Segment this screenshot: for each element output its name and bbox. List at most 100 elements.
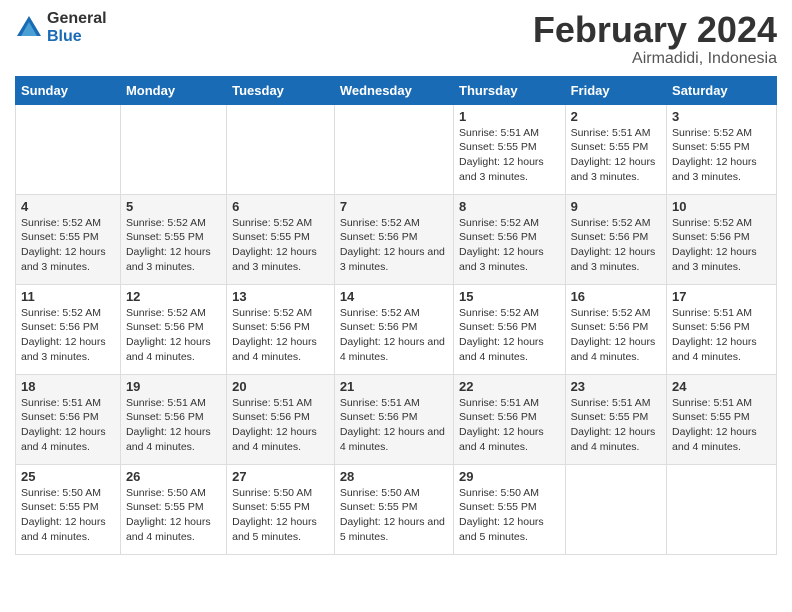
page-subtitle: Airmadidi, Indonesia	[533, 50, 777, 68]
column-header-tuesday: Tuesday	[227, 76, 335, 104]
column-header-friday: Friday	[565, 76, 666, 104]
calendar-cell	[227, 104, 335, 194]
day-number: 28	[340, 469, 448, 484]
day-info: Sunrise: 5:52 AMSunset: 5:55 PMDaylight:…	[21, 216, 115, 275]
day-info: Sunrise: 5:51 AMSunset: 5:55 PMDaylight:…	[459, 126, 560, 185]
calendar-cell: 5 Sunrise: 5:52 AMSunset: 5:55 PMDaylight…	[120, 194, 226, 284]
day-info: Sunrise: 5:51 AMSunset: 5:56 PMDaylight:…	[459, 396, 560, 455]
logo: General Blue	[15, 10, 107, 45]
day-info: Sunrise: 5:52 AMSunset: 5:56 PMDaylight:…	[21, 306, 115, 365]
day-info: Sunrise: 5:52 AMSunset: 5:56 PMDaylight:…	[571, 306, 661, 365]
calendar-cell: 25 Sunrise: 5:50 AMSunset: 5:55 PMDayligh…	[16, 464, 121, 554]
day-info: Sunrise: 5:52 AMSunset: 5:56 PMDaylight:…	[571, 216, 661, 275]
calendar-cell: 11 Sunrise: 5:52 AMSunset: 5:56 PMDayligh…	[16, 284, 121, 374]
day-number: 9	[571, 199, 661, 214]
calendar-cell: 7 Sunrise: 5:52 AMSunset: 5:56 PMDaylight…	[334, 194, 453, 284]
day-info: Sunrise: 5:51 AMSunset: 5:56 PMDaylight:…	[672, 306, 771, 365]
calendar-cell: 8 Sunrise: 5:52 AMSunset: 5:56 PMDaylight…	[454, 194, 566, 284]
column-header-wednesday: Wednesday	[334, 76, 453, 104]
day-number: 19	[126, 379, 221, 394]
day-number: 11	[21, 289, 115, 304]
calendar-week-1: 1 Sunrise: 5:51 AMSunset: 5:55 PMDaylight…	[16, 104, 777, 194]
day-info: Sunrise: 5:52 AMSunset: 5:56 PMDaylight:…	[672, 216, 771, 275]
calendar-week-3: 11 Sunrise: 5:52 AMSunset: 5:56 PMDayligh…	[16, 284, 777, 374]
day-number: 16	[571, 289, 661, 304]
day-number: 24	[672, 379, 771, 394]
day-info: Sunrise: 5:51 AMSunset: 5:56 PMDaylight:…	[21, 396, 115, 455]
calendar-cell: 6 Sunrise: 5:52 AMSunset: 5:55 PMDaylight…	[227, 194, 335, 284]
day-info: Sunrise: 5:52 AMSunset: 5:55 PMDaylight:…	[232, 216, 329, 275]
title-block: February 2024 Airmadidi, Indonesia	[533, 10, 777, 68]
logo-text: General Blue	[47, 10, 107, 45]
day-number: 17	[672, 289, 771, 304]
calendar-cell: 24Sunrise: 5:51 AMSunset: 5:55 PMDayligh…	[667, 374, 777, 464]
calendar-cell: 3 Sunrise: 5:52 AMSunset: 5:55 PMDaylight…	[667, 104, 777, 194]
day-info: Sunrise: 5:52 AMSunset: 5:55 PMDaylight:…	[126, 216, 221, 275]
calendar-table: SundayMondayTuesdayWednesdayThursdayFrid…	[15, 76, 777, 555]
calendar-cell: 16 Sunrise: 5:52 AMSunset: 5:56 PMDayligh…	[565, 284, 666, 374]
calendar-cell: 21Sunrise: 5:51 AMSunset: 5:56 PMDayligh…	[334, 374, 453, 464]
logo-blue-text: Blue	[47, 28, 107, 46]
day-number: 12	[126, 289, 221, 304]
day-info: Sunrise: 5:50 AMSunset: 5:55 PMDaylight:…	[459, 486, 560, 545]
day-number: 15	[459, 289, 560, 304]
day-info: Sunrise: 5:51 AMSunset: 5:55 PMDaylight:…	[571, 396, 661, 455]
day-info: Sunrise: 5:51 AMSunset: 5:56 PMDaylight:…	[126, 396, 221, 455]
day-number: 25	[21, 469, 115, 484]
day-number: 14	[340, 289, 448, 304]
day-number: 23	[571, 379, 661, 394]
calendar-cell	[120, 104, 226, 194]
day-info: Sunrise: 5:50 AMSunset: 5:55 PMDaylight:…	[232, 486, 329, 545]
page-title: February 2024	[533, 10, 777, 50]
calendar-cell: 17 Sunrise: 5:51 AMSunset: 5:56 PMDayligh…	[667, 284, 777, 374]
day-number: 18	[21, 379, 115, 394]
day-number: 3	[672, 109, 771, 124]
day-number: 22	[459, 379, 560, 394]
day-number: 27	[232, 469, 329, 484]
day-info: Sunrise: 5:52 AMSunset: 5:56 PMDaylight:…	[340, 216, 448, 275]
day-number: 7	[340, 199, 448, 214]
day-number: 13	[232, 289, 329, 304]
calendar-cell: 10 Sunrise: 5:52 AMSunset: 5:56 PMDayligh…	[667, 194, 777, 284]
day-number: 26	[126, 469, 221, 484]
calendar-cell: 26 Sunrise: 5:50 AMSunset: 5:55 PMDayligh…	[120, 464, 226, 554]
calendar-cell: 14 Sunrise: 5:52 AMSunset: 5:56 PMDayligh…	[334, 284, 453, 374]
day-info: Sunrise: 5:50 AMSunset: 5:55 PMDaylight:…	[21, 486, 115, 545]
day-info: Sunrise: 5:50 AMSunset: 5:55 PMDaylight:…	[126, 486, 221, 545]
day-info: Sunrise: 5:51 AMSunset: 5:55 PMDaylight:…	[571, 126, 661, 185]
page-header: General Blue February 2024 Airmadidi, In…	[15, 10, 777, 68]
day-number: 6	[232, 199, 329, 214]
day-info: Sunrise: 5:52 AMSunset: 5:56 PMDaylight:…	[340, 306, 448, 365]
day-number: 2	[571, 109, 661, 124]
column-header-sunday: Sunday	[16, 76, 121, 104]
day-number: 4	[21, 199, 115, 214]
day-info: Sunrise: 5:52 AMSunset: 5:55 PMDaylight:…	[672, 126, 771, 185]
calendar-cell: 27 Sunrise: 5:50 AMSunset: 5:55 PMDayligh…	[227, 464, 335, 554]
day-info: Sunrise: 5:52 AMSunset: 5:56 PMDaylight:…	[459, 216, 560, 275]
calendar-cell: 28Sunrise: 5:50 AMSunset: 5:55 PMDayligh…	[334, 464, 453, 554]
calendar-week-5: 25 Sunrise: 5:50 AMSunset: 5:55 PMDayligh…	[16, 464, 777, 554]
calendar-cell	[334, 104, 453, 194]
calendar-cell: 15 Sunrise: 5:52 AMSunset: 5:56 PMDayligh…	[454, 284, 566, 374]
calendar-week-4: 18 Sunrise: 5:51 AMSunset: 5:56 PMDayligh…	[16, 374, 777, 464]
logo-general-text: General	[47, 10, 107, 28]
day-number: 29	[459, 469, 560, 484]
day-number: 8	[459, 199, 560, 214]
column-header-saturday: Saturday	[667, 76, 777, 104]
calendar-cell: 20Sunrise: 5:51 AMSunset: 5:56 PMDayligh…	[227, 374, 335, 464]
calendar-week-2: 4 Sunrise: 5:52 AMSunset: 5:55 PMDaylight…	[16, 194, 777, 284]
calendar-cell	[565, 464, 666, 554]
column-header-thursday: Thursday	[454, 76, 566, 104]
calendar-cell: 13 Sunrise: 5:52 AMSunset: 5:56 PMDayligh…	[227, 284, 335, 374]
calendar-cell: 18 Sunrise: 5:51 AMSunset: 5:56 PMDayligh…	[16, 374, 121, 464]
day-info: Sunrise: 5:52 AMSunset: 5:56 PMDaylight:…	[232, 306, 329, 365]
calendar-header-row: SundayMondayTuesdayWednesdayThursdayFrid…	[16, 76, 777, 104]
day-number: 5	[126, 199, 221, 214]
day-number: 10	[672, 199, 771, 214]
day-info: Sunrise: 5:52 AMSunset: 5:56 PMDaylight:…	[459, 306, 560, 365]
calendar-cell: 19 Sunrise: 5:51 AMSunset: 5:56 PMDayligh…	[120, 374, 226, 464]
column-header-monday: Monday	[120, 76, 226, 104]
day-info: Sunrise: 5:51 AMSunset: 5:56 PMDaylight:…	[340, 396, 448, 455]
day-number: 20	[232, 379, 329, 394]
day-number: 1	[459, 109, 560, 124]
